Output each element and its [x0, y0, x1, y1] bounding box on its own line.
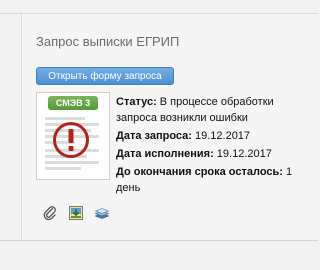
card-title: Запрос выписки ЕГРИП	[36, 34, 180, 49]
exec-date-label: Дата исполнения:	[116, 148, 214, 160]
exec-date-value: 19.12.2017	[213, 148, 272, 160]
status-label: Статус:	[116, 96, 157, 108]
request-date-value: 19.12.2017	[191, 130, 251, 142]
exec-date-row: Дата исполнения: 19.12.2017	[116, 146, 314, 162]
bottom-strip	[0, 241, 318, 270]
paperclip-icon[interactable]	[42, 205, 58, 221]
open-request-form-button[interactable]: Открыть форму запроса	[36, 67, 174, 85]
download-icon[interactable]	[68, 205, 84, 221]
document-thumbnail[interactable]: СМЭВ 3	[36, 92, 110, 180]
request-info: Статус: В процессе обработки запроса воз…	[116, 94, 314, 198]
request-date-row: Дата запроса: 19.12.2017	[116, 128, 314, 144]
deadline-row: До окончания срока осталось: 1 день	[116, 164, 314, 196]
status-row: Статус: В процессе обработки запроса воз…	[116, 94, 314, 126]
request-date-label: Дата запроса:	[116, 130, 192, 142]
top-strip	[0, 0, 318, 14]
stack-icon[interactable]	[94, 205, 110, 221]
deadline-label: До окончания срока осталось:	[116, 166, 283, 178]
smev-badge: СМЭВ 3	[48, 96, 98, 110]
